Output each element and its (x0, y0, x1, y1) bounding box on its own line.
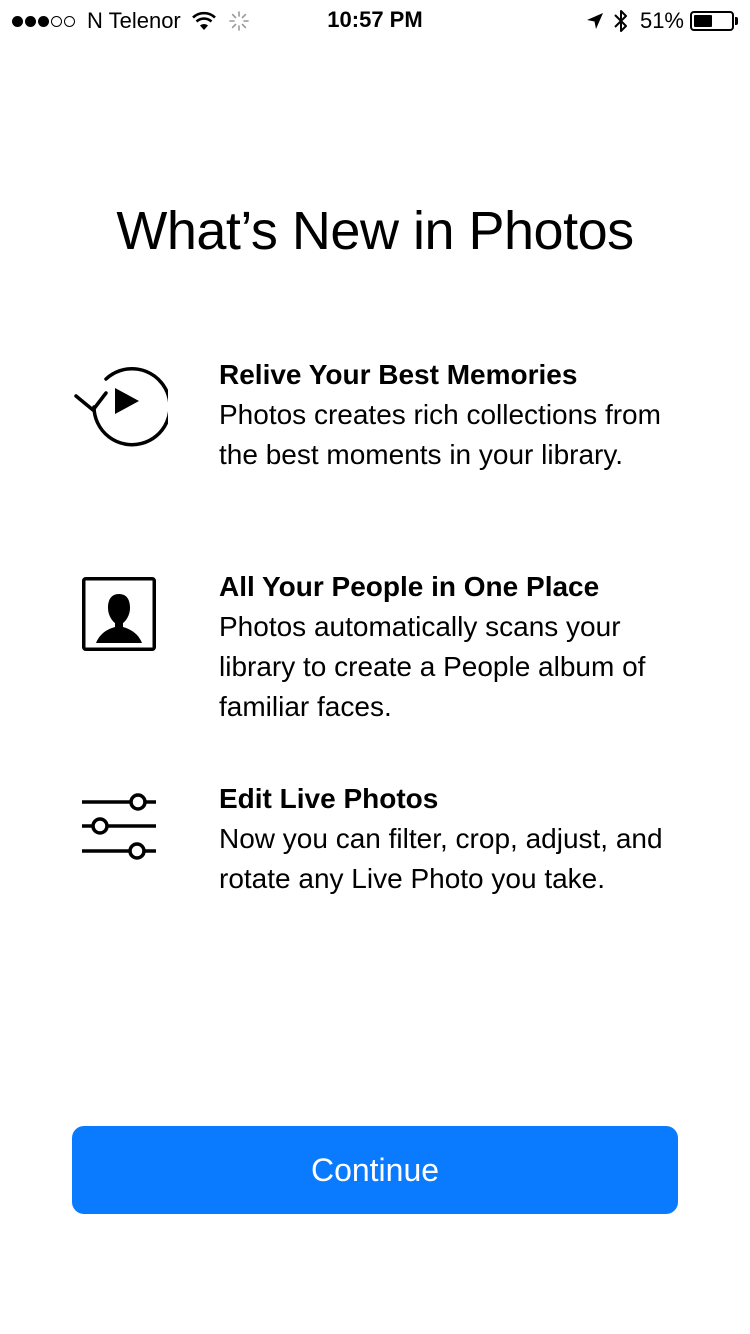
status-bar: N Telenor 10:57 PM 51% (0, 0, 750, 40)
feature-description: Photos creates rich collections from the… (219, 399, 661, 470)
battery-level-fill (694, 15, 712, 27)
whats-new-screen: N Telenor 10:57 PM 51% What’s New in Pho… (0, 0, 750, 1334)
battery-icon (690, 11, 734, 31)
feature-title: All Your People in One Place (219, 571, 600, 602)
feature-text: All Your People in One Place Photos auto… (219, 567, 689, 727)
feature-description: Now you can filter, crop, adjust, and ro… (219, 823, 663, 894)
feature-description: Photos automatically scans your library … (219, 611, 646, 722)
feature-title: Edit Live Photos (219, 783, 439, 814)
status-right: 51% (586, 7, 738, 35)
continue-button[interactable]: Continue (72, 1126, 678, 1214)
battery-cap (735, 17, 738, 25)
feature-title: Relive Your Best Memories (219, 359, 578, 390)
feature-text: Relive Your Best Memories Photos creates… (219, 355, 689, 475)
battery-percent: 51% (639, 8, 684, 33)
feature-text: Edit Live Photos Now you can filter, cro… (219, 779, 689, 899)
location-arrow-icon (586, 13, 603, 29)
sliders-adjust-icon (82, 793, 156, 860)
people-portrait-icon (82, 577, 156, 651)
bluetooth-icon (614, 10, 627, 32)
page-title: What’s New in Photos (116, 201, 634, 261)
memories-replay-icon (74, 367, 168, 447)
